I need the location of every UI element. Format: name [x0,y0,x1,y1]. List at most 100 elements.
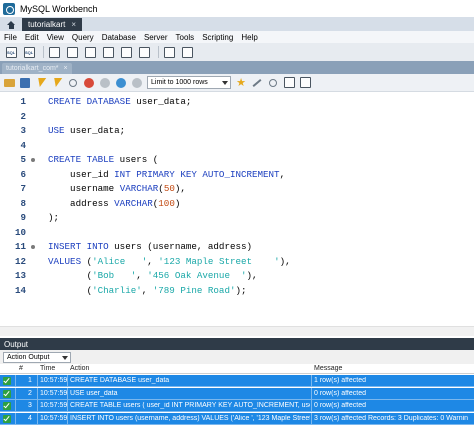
line-number: 13 [14,270,26,281]
code-text: USE user_data; [48,125,126,136]
execute-statement-button[interactable] [51,77,63,89]
code-text: ('Charlie', '789 Pine Road'); [48,284,247,296]
output-row[interactable]: 2 10:57:59 USE user_data 0 row(s) affected [0,387,474,400]
close-icon[interactable]: × [71,20,76,29]
menu-item-help[interactable]: Help [241,33,257,42]
explain-button[interactable] [67,77,79,89]
create-procedure-button[interactable] [119,45,134,59]
line-number: 1 [20,96,26,107]
output-type-select[interactable]: Action Output [3,351,71,363]
close-icon[interactable]: × [64,65,68,72]
open-file-button[interactable] [3,77,15,89]
search-table-data-button[interactable] [162,45,177,59]
column-header-message[interactable]: Message [314,365,342,372]
toggle-continue-button[interactable] [99,77,111,89]
toggle-panel-button[interactable] [299,77,311,89]
grid-divider [67,375,68,387]
word-wrap-button[interactable] [283,77,295,89]
create-view-icon [103,46,114,58]
code-line[interactable]: 13 ('Bob ', '456 Oak Avenue '), [0,269,474,283]
code-text: INSERT INTO users (username, address) [48,241,253,252]
add-snippet-button[interactable]: ★ [235,77,247,89]
grid-divider [15,400,16,412]
grid-divider [15,412,16,425]
toolbar-separator [158,46,159,58]
find-button[interactable] [267,77,279,89]
commit-button[interactable] [115,77,127,89]
create-table-button[interactable] [83,45,98,59]
stop-icon [84,77,94,88]
connection-tab[interactable]: tutorialkart × [22,18,83,31]
code-line[interactable]: 10 [0,226,474,240]
code-line[interactable]: 7 username VARCHAR(50), [0,182,474,196]
grid-divider [311,412,312,425]
fold-marker-icon[interactable] [31,245,35,249]
line-number: 12 [14,255,26,267]
menu-item-scripting[interactable]: Scripting [202,33,233,42]
line-number: 4 [20,139,26,151]
output-row[interactable]: 1 10:57:59 CREATE DATABASE user_data 1 row(… [0,375,474,387]
output-row-action: INSERT INTO users (username, address) VA… [70,414,310,422]
query-tab[interactable]: tutorialkart_com* × [2,63,72,74]
output-row[interactable]: 3 10:57:59 CREATE TABLE users ( user_id IN… [0,400,474,412]
reconnect-button[interactable] [180,45,195,59]
code-line[interactable]: 9); [0,211,474,225]
output-row[interactable]: 4 10:57:59 INSERT INTO users (username, ad… [0,412,474,425]
column-header-time[interactable]: Time [40,365,55,372]
code-line[interactable]: 11 INSERT INTO users (username, address) [0,240,474,254]
stop-button[interactable] [83,77,95,89]
new-sql-tab-button[interactable] [4,45,19,59]
inspector-button[interactable] [47,45,62,59]
line-number: 2 [20,110,26,122]
beautify-button[interactable] [251,77,263,89]
code-line[interactable]: 2 [0,110,474,124]
query-tab-bar: tutorialkart_com* × [0,61,474,74]
create-schema-icon [67,46,78,58]
menu-item-edit[interactable]: Edit [25,33,39,42]
star-icon: ★ [236,76,246,89]
toggle-icon [100,77,110,88]
create-view-button[interactable] [101,45,116,59]
rollback-button[interactable] [131,77,143,89]
create-function-button[interactable] [137,45,152,59]
code-text: address VARCHAR(100) [48,197,181,209]
menu-item-tools[interactable]: Tools [176,33,195,42]
save-button[interactable] [19,77,31,89]
word-wrap-icon [283,77,295,88]
sql-editor[interactable]: 1 CREATE DATABASE user_data; 2 3 USE user_da… [0,92,474,326]
execute-button[interactable] [35,77,47,89]
code-line[interactable]: 3 USE user_data; [0,124,474,138]
code-line[interactable]: 4 [0,139,474,153]
menu-item-database[interactable]: Database [102,33,136,42]
column-header-action[interactable]: Action [70,365,89,372]
home-tab[interactable] [0,18,22,31]
grid-divider [15,375,16,387]
column-header-number[interactable]: # [19,365,23,372]
window-title: MySQL Workbench [20,3,98,14]
limit-rows-value: Limit to 1000 rows [151,79,208,86]
success-check-icon [3,377,11,385]
create-schema-button[interactable] [65,45,80,59]
code-line[interactable]: 6 user_id INT PRIMARY KEY AUTO_INCREMENT… [0,168,474,182]
open-sql-script-button[interactable] [22,45,37,59]
code-line[interactable]: 1 CREATE DATABASE user_data; [0,95,474,109]
connection-tab-bar: tutorialkart × [0,17,474,31]
main-toolbar [0,43,474,61]
line-number: 10 [14,226,26,238]
menu-item-view[interactable]: View [47,33,64,42]
code-text: VALUES ('Alice ', '123 Maple Street '), [48,255,291,267]
code-line[interactable]: 14 ('Charlie', '789 Pine Road'); [0,284,474,298]
output-row-time: 10:57:59 [40,414,68,422]
code-line[interactable]: 5 CREATE TABLE users ( [0,153,474,167]
commit-icon [116,77,126,88]
editor-horizontal-scrollbar[interactable] [0,326,474,336]
code-line[interactable]: 12 VALUES ('Alice ', '123 Maple Street ')… [0,255,474,269]
menu-item-query[interactable]: Query [72,33,94,42]
code-line[interactable]: 8 address VARCHAR(100) [0,197,474,211]
grid-divider [37,400,38,412]
query-tab-label: tutorialkart_com* [6,65,59,72]
fold-marker-icon[interactable] [31,158,35,162]
limit-rows-select[interactable]: Limit to 1000 rows [147,76,231,89]
menu-item-server[interactable]: Server [144,33,168,42]
menu-item-file[interactable]: File [4,33,17,42]
